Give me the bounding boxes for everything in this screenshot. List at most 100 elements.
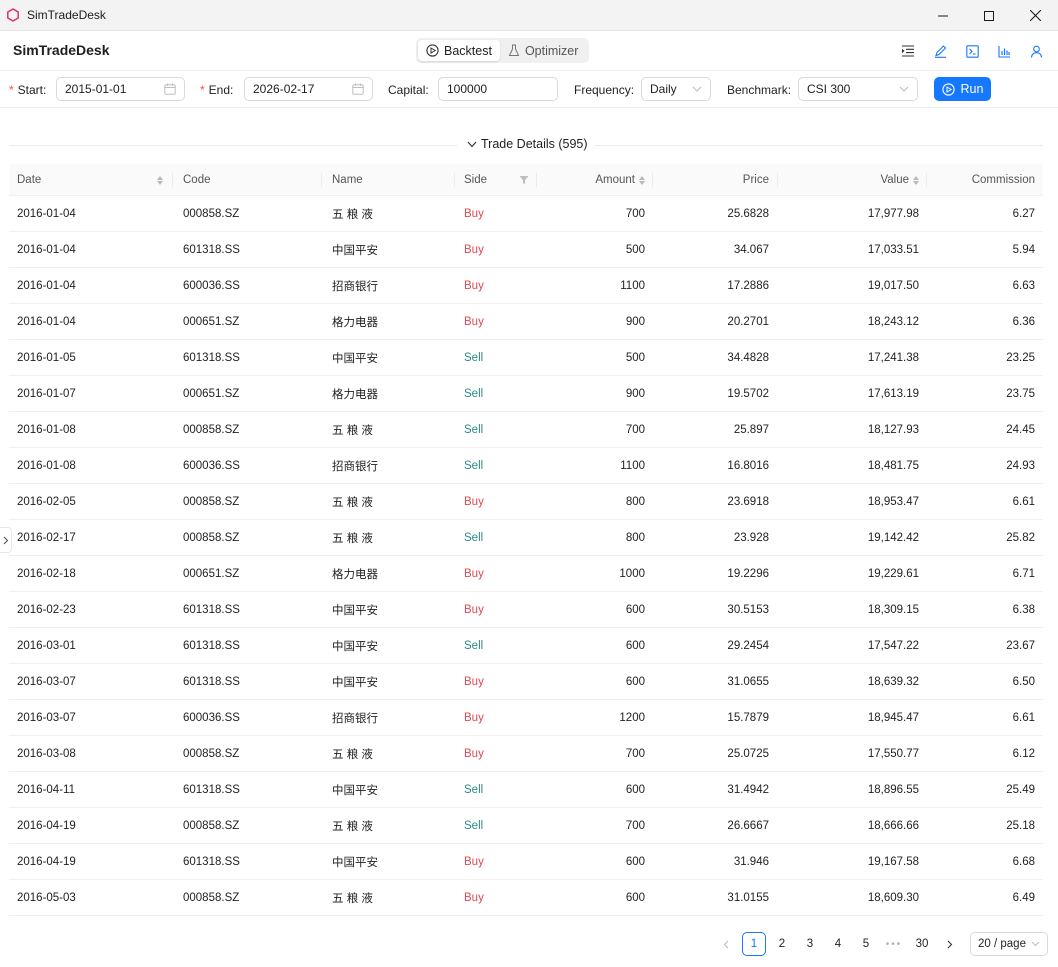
menu-indent-button[interactable] <box>892 41 924 61</box>
sider-expand-handle[interactable] <box>0 527 12 553</box>
cell-code: 601318.SS <box>183 676 240 688</box>
cell-value: 17,613.19 <box>867 388 919 400</box>
col-header-amount[interactable]: Amount <box>537 164 653 196</box>
table-row[interactable]: 2016-01-04 600036.SS 招商银行 Buy 1100 17.2886 19,… <box>9 268 1043 304</box>
trade-details-toggle[interactable]: Trade Details (595) <box>467 137 588 151</box>
table-row[interactable]: 2016-01-04 000858.SZ 五 粮 液 Buy 700 25.6828 17,… <box>9 196 1043 232</box>
cell-code: 000858.SZ <box>183 820 240 832</box>
cell-date: 2016-02-17 <box>17 532 76 544</box>
cell-side: Sell <box>464 640 484 652</box>
maximize-button[interactable] <box>966 0 1012 31</box>
terminal-button[interactable] <box>956 41 988 61</box>
cell-value: 18,609.30 <box>867 892 919 904</box>
col-header-date[interactable]: Date <box>9 164 173 196</box>
cell-price: 16.8016 <box>727 460 769 472</box>
filter-icon[interactable] <box>519 175 529 185</box>
cell-code: 601318.SS <box>183 352 240 364</box>
tab-backtest[interactable]: Backtest <box>418 40 500 61</box>
cell-commission: 5.94 <box>1012 244 1035 256</box>
cell-side: Buy <box>464 568 484 580</box>
run-button-label: Run <box>960 82 984 96</box>
page-button-5[interactable]: 5 <box>854 932 878 956</box>
cell-amount: 600 <box>625 604 645 616</box>
table-row[interactable]: 2016-03-07 600036.SS 招商银行 Buy 1200 15.7879 18,… <box>9 700 1043 736</box>
cell-date: 2016-02-18 <box>17 568 76 580</box>
start-date-picker[interactable]: 2015-01-01 <box>56 77 185 101</box>
cell-name: 格力电器 <box>332 317 378 329</box>
page-button-2[interactable]: 2 <box>770 932 794 956</box>
col-header-value[interactable]: Value <box>778 164 927 196</box>
cell-code: 000651.SZ <box>183 316 240 328</box>
edit-icon <box>934 44 946 58</box>
cell-date: 2016-01-07 <box>17 388 76 400</box>
chevron-left-icon <box>723 940 729 948</box>
page-button-4[interactable]: 4 <box>826 932 850 956</box>
prev-page-button[interactable] <box>714 932 738 956</box>
table-row[interactable]: 2016-04-19 000858.SZ 五 粮 液 Sell 700 26.6667 18… <box>9 808 1043 844</box>
benchmark-select[interactable]: CSI 300 <box>798 77 918 101</box>
table-row[interactable]: 2016-04-19 601318.SS 中国平安 Buy 600 31.946 19,16… <box>9 844 1043 880</box>
end-date-picker[interactable]: 2026-02-17 <box>244 77 373 101</box>
cell-side: Buy <box>464 604 484 616</box>
cell-value: 18,309.15 <box>867 604 919 616</box>
table-row[interactable]: 2016-03-07 601318.SS 中国平安 Buy 600 31.0655 18,6… <box>9 664 1043 700</box>
cell-price: 34.4828 <box>727 352 769 364</box>
cell-code: 000651.SZ <box>183 388 240 400</box>
table-row[interactable]: 2016-01-08 000858.SZ 五 粮 液 Sell 700 25.897 18,… <box>9 412 1043 448</box>
minimize-button[interactable] <box>920 0 966 31</box>
pagination: 1 2 3 4 5 ••• 30 20 / page <box>714 932 1048 956</box>
capital-input[interactable]: 100000 <box>438 77 558 101</box>
cell-name: 中国平安 <box>332 857 378 869</box>
next-page-button[interactable] <box>938 932 962 956</box>
table-row[interactable]: 2016-03-01 601318.SS 中国平安 Sell 600 29.2454 17,… <box>9 628 1043 664</box>
page-button-last[interactable]: 30 <box>910 932 934 956</box>
chart-button[interactable] <box>988 41 1020 61</box>
cell-date: 2016-01-04 <box>17 244 76 256</box>
chevron-down-icon <box>467 141 477 147</box>
user-button[interactable] <box>1020 41 1052 61</box>
cell-date: 2016-01-05 <box>17 352 76 364</box>
frequency-select[interactable]: Daily <box>641 77 711 101</box>
flask-icon <box>508 44 520 56</box>
frequency-label: Frequency: <box>574 83 635 97</box>
page-button-3[interactable]: 3 <box>798 932 822 956</box>
cell-commission: 6.38 <box>1012 604 1035 616</box>
table-row[interactable]: 2016-02-23 601318.SS 中国平安 Buy 600 30.5153 18,3… <box>9 592 1043 628</box>
chevron-right-icon <box>3 536 8 544</box>
col-header-side: Side <box>455 164 537 196</box>
table-row[interactable]: 2016-02-05 000858.SZ 五 粮 液 Buy 800 23.6918 18,… <box>9 484 1043 520</box>
cell-value: 18,953.47 <box>867 496 919 508</box>
edit-button[interactable] <box>924 41 956 61</box>
table-row[interactable]: 2016-01-07 000651.SZ 格力电器 Sell 900 19.5702 17,… <box>9 376 1043 412</box>
close-window-button[interactable] <box>1012 0 1058 31</box>
run-button[interactable]: Run <box>934 77 991 101</box>
page-size-select[interactable]: 20 / page <box>970 932 1048 956</box>
table-row[interactable]: 2016-01-04 000651.SZ 格力电器 Buy 900 20.2701 18,2… <box>9 304 1043 340</box>
cell-side: Buy <box>464 244 484 256</box>
table-row[interactable]: 2016-04-11 601318.SS 中国平安 Sell 600 31.4942 18,… <box>9 772 1043 808</box>
table-row[interactable]: 2016-02-17 000858.SZ 五 粮 液 Sell 800 23.928 19,… <box>9 520 1043 556</box>
cell-amount: 800 <box>625 532 645 544</box>
table-row[interactable]: 2016-01-05 601318.SS 中国平安 Sell 500 34.4828 17,… <box>9 340 1043 376</box>
table-row[interactable]: 2016-05-03 000858.SZ 五 粮 液 Buy 600 31.0155 18,… <box>9 880 1043 916</box>
tab-optimizer[interactable]: Optimizer <box>500 40 586 61</box>
cell-side: Sell <box>464 460 484 472</box>
cell-commission: 6.27 <box>1012 208 1035 220</box>
page-jump-next[interactable]: ••• <box>882 932 906 956</box>
cell-code: 000858.SZ <box>183 748 240 760</box>
cell-price: 31.4942 <box>727 784 769 796</box>
cell-date: 2016-01-04 <box>17 316 76 328</box>
cell-date: 2016-01-04 <box>17 208 76 220</box>
page-button-1[interactable]: 1 <box>742 932 766 956</box>
start-date-value: 2015-01-01 <box>65 82 127 96</box>
cell-amount: 700 <box>625 424 645 436</box>
cell-price: 31.946 <box>733 856 769 868</box>
table-row[interactable]: 2016-01-04 601318.SS 中国平安 Buy 500 34.067 17,03… <box>9 232 1043 268</box>
cell-amount: 1000 <box>619 568 645 580</box>
table-row[interactable]: 2016-01-08 600036.SS 招商银行 Sell 1100 16.8016 18… <box>9 448 1043 484</box>
trade-details-divider: Trade Details (595) <box>9 136 1043 154</box>
table-row[interactable]: 2016-03-08 000858.SZ 五 粮 液 Buy 700 25.0725 17,… <box>9 736 1043 772</box>
table-row[interactable]: 2016-02-18 000651.SZ 格力电器 Buy 1000 19.2296 19,… <box>9 556 1043 592</box>
cell-name: 五 粮 液 <box>332 749 373 761</box>
cell-side: Buy <box>464 748 484 760</box>
